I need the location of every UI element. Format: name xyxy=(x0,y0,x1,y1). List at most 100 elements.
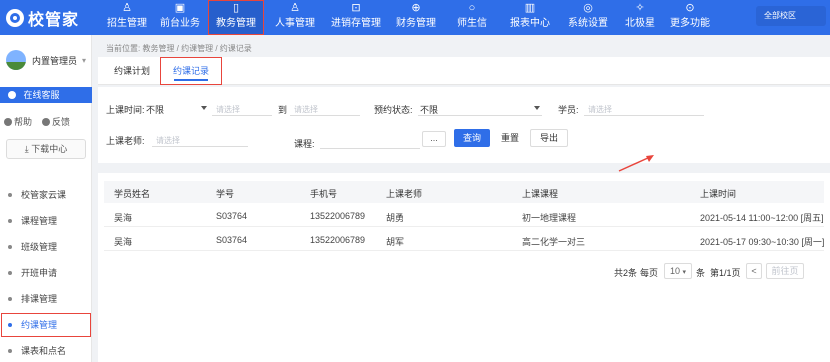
download-label: 下载中心 xyxy=(31,144,68,154)
download-center-button[interactable]: ⤓ 下载中心 xyxy=(6,139,86,159)
help-link[interactable]: 帮助 xyxy=(4,115,32,129)
page-indicator: 第1/1页 xyxy=(710,268,741,278)
sidebar-item-label: 开班申请 xyxy=(21,268,58,278)
book-icon: ▯ xyxy=(232,2,240,14)
nav-item[interactable]: ⊙ 更多功能 xyxy=(668,0,712,35)
per-page-unit: 条 xyxy=(696,268,706,278)
prev-page-button[interactable]: < xyxy=(746,263,762,279)
sidebar: 内置管理员 ▾ 在线客服 帮助 反馈 ⤓ 下载中心 校管家云课课程管理班级管理开… xyxy=(0,35,92,362)
reset-button[interactable]: 重置 xyxy=(494,129,526,147)
time-range-select[interactable]: 不限 xyxy=(146,103,164,116)
nav-item[interactable]: ▥ 报表中心 xyxy=(506,0,554,35)
wallet-icon: ⊕ xyxy=(411,2,421,14)
table-cell: 13522006789 xyxy=(310,235,366,245)
status-underline xyxy=(418,115,542,116)
sidebar-item[interactable]: 班级管理 xyxy=(0,234,92,260)
student-label: 学员: xyxy=(558,105,579,115)
nav-item-label: 前台业务 xyxy=(160,18,200,29)
table-cell: 胡勇 xyxy=(386,213,405,223)
nav-item[interactable]: ○ 师生信 xyxy=(452,0,492,35)
column-header[interactable]: 手机号 xyxy=(310,187,337,200)
column-header[interactable]: 上课老师 xyxy=(386,187,422,200)
export-button[interactable]: 导出 xyxy=(530,129,568,147)
student-input[interactable]: 请选择 xyxy=(588,104,612,115)
nav-item[interactable]: ◎ 系统设置 xyxy=(564,0,612,35)
course-picker-button[interactable]: ... xyxy=(422,131,446,147)
nav-item[interactable]: ♙ 招生管理 xyxy=(104,0,150,35)
bullet-icon xyxy=(8,193,12,197)
student-underline xyxy=(584,115,704,116)
chevron-down-icon xyxy=(201,106,207,110)
sidebar-item-label: 约课管理 xyxy=(21,320,58,330)
column-header[interactable]: 上课时间 xyxy=(700,187,736,200)
sidebar-item-label: 校管家云课 xyxy=(21,190,67,200)
table-cell: 吴海 xyxy=(114,213,133,223)
chevron-down-icon xyxy=(534,106,540,110)
avatar xyxy=(6,50,26,70)
start-date-input[interactable]: 请选择 xyxy=(216,104,240,115)
nav-item-label: 招生管理 xyxy=(107,18,147,29)
page-size-select[interactable]: 10 ▾ xyxy=(664,263,692,279)
sidebar-item[interactable]: 课程管理 xyxy=(0,208,92,234)
nav-item[interactable]: ⊡ 进销存管理 xyxy=(327,0,385,35)
course-input[interactable] xyxy=(320,148,420,149)
table-cell: 2021-05-17 09:30~10:30 [周一] xyxy=(700,237,825,247)
download-icon: ⤓ xyxy=(24,144,29,154)
status-label: 预约状态: xyxy=(374,105,413,115)
table-row[interactable]: 吴海 S03764 13522006789 胡军 高二化学一对三 2021-05-17 0… xyxy=(104,229,824,251)
tab-booking-plan[interactable]: 约课计划 xyxy=(108,57,156,85)
main-content: 当前位置: 教务管理 / 约课管理 / 约课记录 约课计划 约课记录 上课时间:… xyxy=(92,35,830,362)
sidebar-item[interactable]: 排课管理 xyxy=(0,286,92,312)
table-cell: 2021-05-14 11:00~12:00 [周五] xyxy=(700,213,824,223)
nav-item[interactable]: ▯ 教务管理 xyxy=(208,0,264,35)
pagination: 共2条 每页 10 ▾ 条 第1/1页 < 前往页 xyxy=(98,263,830,281)
table-cell: 初一地理课程 xyxy=(522,213,577,223)
sidebar-item[interactable]: 校管家云课 xyxy=(0,182,92,208)
side-menu: 校管家云课课程管理班级管理开班申请排课管理约课管理课表和点名 xyxy=(0,182,92,362)
sidebar-item[interactable]: 开班申请 xyxy=(0,260,92,286)
column-header[interactable]: 学号 xyxy=(216,187,234,200)
goto-page-input[interactable]: 前往页 xyxy=(766,263,804,279)
user-menu[interactable]: 内置管理员 ▾ xyxy=(6,49,90,71)
sidebar-item-label: 课程管理 xyxy=(21,216,58,226)
table-row[interactable]: 吴海 S03764 13522006789 胡勇 初一地理课程 2021-05-14 11… xyxy=(104,205,824,227)
nav-item-label: 进销存管理 xyxy=(331,18,381,29)
star-icon: ✧ xyxy=(635,2,645,14)
help-row: 帮助 反馈 xyxy=(4,115,90,129)
column-header[interactable]: 上课课程 xyxy=(522,187,558,200)
end-date-input[interactable]: 请选择 xyxy=(294,104,318,115)
search-button[interactable]: 查询 xyxy=(454,129,490,147)
teacher-input[interactable]: 请选择 xyxy=(156,135,180,146)
sidebar-item[interactable]: 课表和点名 xyxy=(0,338,92,362)
course-label: 课程: xyxy=(294,139,315,149)
breadcrumb: 当前位置: 教务管理 / 约课管理 / 约课记录 xyxy=(106,44,252,53)
table-header: 学员姓名 学号 手机号 上课老师 上课课程 上课时间 xyxy=(104,181,824,203)
nav-item-label: 更多功能 xyxy=(670,18,710,29)
table-cell: S03764 xyxy=(216,211,248,221)
message-icon: ○ xyxy=(468,2,476,14)
nav-item[interactable]: ▣ 前台业务 xyxy=(157,0,203,35)
teacher-label: 上课老师: xyxy=(106,136,145,146)
table-cell: 高二化学一对三 xyxy=(522,237,586,247)
chevron-down-icon: ▾ xyxy=(82,55,87,65)
feedback-link[interactable]: 反馈 xyxy=(42,115,70,129)
nav-item[interactable]: ✧ 北极星 xyxy=(620,0,660,35)
people-icon: ♙ xyxy=(290,2,300,14)
logo-icon xyxy=(6,9,24,27)
nav-item[interactable]: ♙ 人事管理 xyxy=(270,0,320,35)
more-icon: ⊙ xyxy=(685,2,695,14)
settings-icon: ◎ xyxy=(583,2,593,14)
tab-booking-records[interactable]: 约课记录 xyxy=(160,57,222,85)
sidebar-item[interactable]: 约课管理 xyxy=(0,312,92,338)
column-header[interactable]: 学员姓名 xyxy=(114,187,150,200)
person-icon: ♙ xyxy=(122,2,132,14)
online-service-button[interactable]: 在线客服 xyxy=(0,87,92,103)
clipboard-icon: ▣ xyxy=(174,2,186,14)
app-logo[interactable]: 校管家 xyxy=(6,6,79,30)
nav-item-label: 系统设置 xyxy=(568,18,608,29)
inventory-icon: ⊡ xyxy=(351,2,361,14)
table-cell: 吴海 xyxy=(114,237,133,247)
nav-item[interactable]: ⊕ 财务管理 xyxy=(391,0,441,35)
logo-text: 校管家 xyxy=(28,12,80,29)
campus-select[interactable]: 全部校区 xyxy=(756,6,826,26)
